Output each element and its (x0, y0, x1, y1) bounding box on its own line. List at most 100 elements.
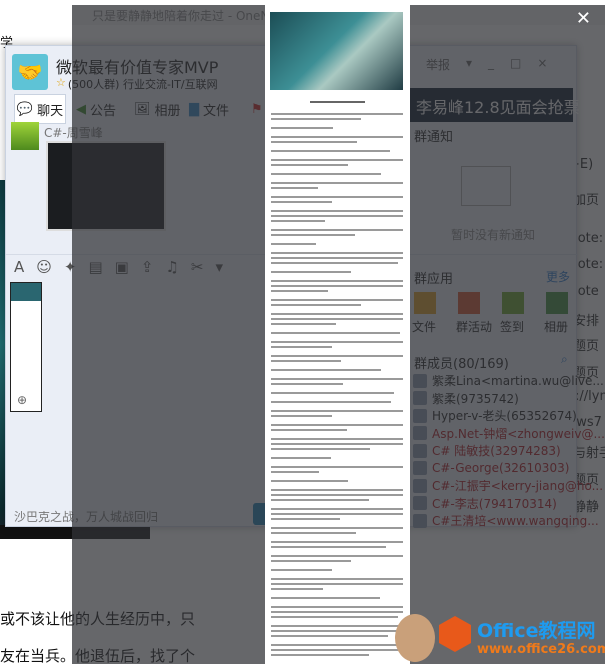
app-label[interactable]: 相册 (544, 318, 568, 335)
document-text-line (271, 606, 403, 608)
app-icon[interactable] (502, 292, 524, 314)
document-text-line (271, 649, 403, 651)
dropdown-icon[interactable]: ▾ (466, 56, 472, 73)
app-icon[interactable] (458, 292, 480, 314)
document-text-line (271, 466, 403, 468)
member-item[interactable]: C#王清培<www.wangqing... (413, 512, 599, 529)
photo-caption-strip (0, 525, 150, 539)
folder-icon: ▇ (189, 101, 199, 117)
tab-album[interactable]: 🖼 相册 (134, 94, 181, 124)
gift-icon[interactable]: ▤ (88, 258, 102, 276)
document-text-line (271, 383, 343, 385)
onenote-body-line: 友在当兵。他退伍后，找了个 (0, 647, 196, 665)
member-item[interactable]: C#-李志(794170314) (413, 495, 557, 512)
input-image-thumbnail[interactable]: ⊕ (10, 282, 42, 412)
document-text-line (271, 229, 403, 231)
document-text-line (271, 313, 403, 315)
document-text-line (271, 597, 380, 599)
more-icon[interactable]: ▾ (215, 258, 223, 276)
close-button[interactable]: × (537, 56, 547, 73)
document-text-line (271, 346, 332, 348)
document-text-line (271, 150, 391, 152)
message-input[interactable]: 沙巴克之战，万人城战回归 (14, 508, 158, 525)
member-name: Hyper-v-老头(65352674) (432, 409, 577, 423)
chat-icon: 💬 (16, 101, 34, 117)
magic-icon[interactable]: ✦ (64, 258, 77, 276)
notice-empty: 暂时没有新通知 (451, 228, 536, 242)
member-item[interactable]: Hyper-v-老头(65352674) (413, 407, 577, 424)
document-text-line (271, 588, 323, 590)
document-text-line (271, 159, 403, 161)
scissors-icon[interactable]: ✂ (191, 258, 204, 276)
document-text-line (271, 290, 329, 292)
watermark-url: www.office26.com (477, 642, 605, 657)
music-icon[interactable]: ♫ (165, 258, 178, 276)
document-text-line (271, 415, 333, 417)
document-text-line (271, 118, 362, 120)
document-photo (270, 12, 403, 90)
empty-notice-icon (461, 166, 511, 206)
chat-toolbar: A ☺ ✦ ▤ ▣ ⇪ ♫ ✂ ▾ (14, 258, 223, 276)
member-item[interactable]: 紫柔Lina<martina.wu@live.... (413, 372, 605, 389)
member-avatar (413, 496, 427, 510)
document-text-line (271, 583, 403, 585)
member-name: C#-George(32610303) (432, 461, 570, 475)
document-text-line (271, 355, 403, 357)
member-name: C#王清培<www.wangqing... (432, 514, 599, 528)
document-text-line (271, 429, 348, 431)
tab-files[interactable]: ▇ 文件 (189, 94, 229, 124)
document-text-line (271, 401, 391, 403)
app-label[interactable]: 签到 (500, 318, 524, 335)
image-icon[interactable]: ▣ (115, 258, 129, 276)
emoji-icon[interactable]: ☺ (36, 258, 52, 276)
member-item[interactable]: 紫柔(9735742) (413, 390, 519, 407)
member-item[interactable]: Asp.Net-钟熠<zhongweiv@... (413, 425, 605, 442)
tab-chat[interactable]: 💬 聊天 (14, 94, 66, 124)
document-text-line (271, 546, 387, 548)
document-text-line (271, 369, 381, 371)
member-item[interactable]: C#-江振宇<kerry-jiang@ho... (413, 477, 603, 494)
apps-more-link[interactable]: 更多 (546, 268, 570, 285)
member-item[interactable]: C# 陆敏技(32974283) (413, 442, 561, 459)
star-icon: ☆ (56, 76, 66, 89)
window-controls: 举报 ▾ _ □ × (426, 56, 547, 73)
report-button[interactable]: 举报 (426, 56, 450, 73)
app-icon[interactable] (414, 292, 436, 314)
watermark-face (395, 614, 435, 662)
document-text-line (271, 182, 403, 184)
member-item[interactable]: C#-George(32610303) (413, 460, 569, 477)
document-text-line (271, 113, 403, 115)
notice-title: 群通知 (414, 130, 454, 145)
member-avatar (413, 391, 427, 405)
document-text-line (271, 443, 403, 445)
maximize-button[interactable]: □ (510, 56, 521, 73)
viewer-close-button[interactable]: ✕ (576, 8, 591, 29)
document-text-line (271, 257, 403, 259)
group-avatar[interactable]: 🤝 (12, 54, 48, 90)
tab-announcement[interactable]: ◀ 公告 (76, 94, 116, 124)
upload-icon[interactable]: ⇪ (141, 258, 154, 276)
font-icon[interactable]: A (14, 258, 24, 276)
document-text-line (271, 532, 356, 534)
member-search-icon[interactable]: ⌕ (561, 352, 568, 367)
zoom-in-icon[interactable]: ⊕ (17, 393, 27, 407)
viewed-document-image[interactable] (265, 5, 410, 664)
minimize-button[interactable]: _ (488, 56, 494, 73)
document-title-line (310, 101, 365, 103)
document-text-line (271, 518, 341, 520)
document-text-line (271, 332, 400, 334)
office-logo-icon (439, 616, 471, 652)
sender-avatar[interactable] (11, 122, 39, 150)
group-info: (500人群) 行业交流-IT/互联网 (67, 78, 218, 91)
document-text-line (271, 234, 355, 236)
document-text-line (271, 508, 403, 510)
chat-screenshot-image[interactable] (46, 141, 166, 231)
app-icon[interactable] (546, 292, 568, 314)
flag-icon[interactable]: ⚑ (251, 94, 263, 124)
app-label[interactable]: 群活动 (456, 318, 492, 335)
member-name: 紫柔Lina<martina.wu@live.... (432, 374, 605, 388)
document-text-line (271, 285, 403, 287)
document-text-line (271, 141, 357, 143)
document-text-line (271, 578, 403, 580)
app-label[interactable]: 文件 (412, 318, 436, 335)
